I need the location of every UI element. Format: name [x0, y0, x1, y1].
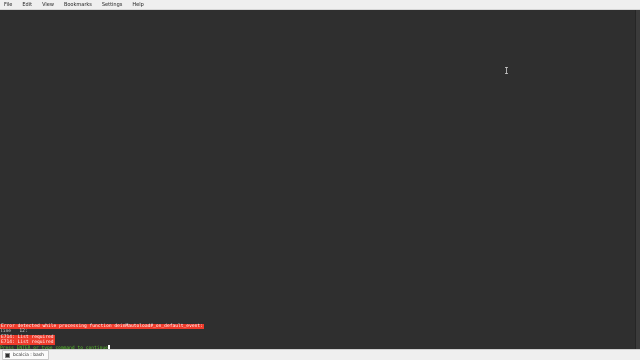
tab-bar: bcalcia : bash — [0, 349, 640, 360]
tab-label: bcalcia : bash — [13, 352, 45, 358]
line-number-text: line 12: — [0, 329, 28, 335]
terminal-scrollbar[interactable] — [635, 10, 640, 349]
menu-file[interactable]: File — [4, 0, 12, 10]
menu-bookmarks[interactable]: Bookmarks — [64, 0, 92, 10]
error-message: E714: List required — [0, 334, 55, 340]
terminal-tab[interactable]: bcalcia : bash — [2, 350, 50, 360]
terminal-icon — [5, 352, 10, 358]
menu-settings[interactable]: Settings — [102, 0, 123, 10]
menu-bar: File Edit View Bookmarks Settings Help — [0, 0, 640, 10]
terminal-output: Error detected while processing function… — [0, 324, 636, 351]
terminal-area[interactable] — [0, 10, 636, 349]
error-message: E714: List required — [0, 339, 55, 345]
error-message: Error detected while processing function… — [0, 324, 204, 329]
menu-view[interactable]: View — [42, 0, 54, 10]
text-cursor-icon — [505, 67, 508, 74]
menu-help[interactable]: Help — [132, 0, 143, 10]
menu-edit[interactable]: Edit — [22, 0, 32, 10]
